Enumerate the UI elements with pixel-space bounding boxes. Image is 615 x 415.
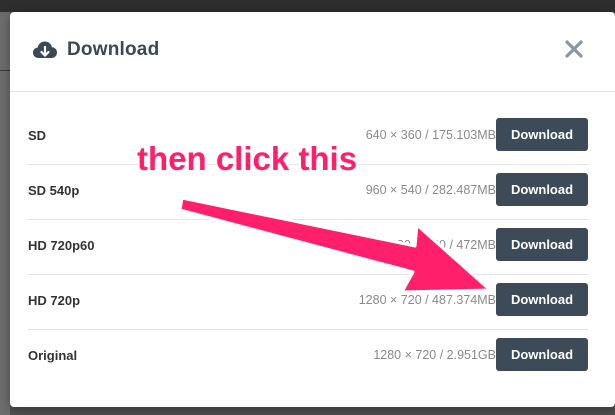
annotation-text: then click this	[137, 140, 358, 177]
download-button-hd-720p[interactable]: Download	[496, 283, 588, 316]
modal-title: Download	[67, 39, 160, 60]
cloud-download-icon	[33, 41, 57, 58]
download-button-sd-540p[interactable]: Download	[496, 173, 588, 206]
list-item: HD 720p 1280 × 720 / 487.374MB Download	[28, 275, 588, 330]
list-item: Original 1280 × 720 / 2.951GB Download	[28, 330, 588, 385]
resolution-size: 1280 × 720 / 487.374MB	[358, 293, 496, 307]
backdrop-top-bar	[0, 0, 615, 12]
quality-label: SD	[28, 128, 47, 143]
modal-header: Download	[10, 12, 615, 92]
quality-label: HD 720p	[28, 293, 81, 308]
close-icon[interactable]	[563, 38, 585, 60]
download-modal: Download SD 640 × 360 / 175.103MB Downlo…	[10, 12, 615, 407]
resolution-size: 1280 × 720 / 472MB	[383, 238, 496, 252]
resolution-size: 960 × 540 / 282.487MB	[365, 183, 496, 197]
download-button-original[interactable]: Download	[496, 338, 588, 371]
download-button-sd[interactable]: Download	[496, 118, 588, 151]
backdrop-left-edge	[0, 12, 10, 415]
quality-label: Original	[28, 348, 78, 363]
resolution-size: 1280 × 720 / 2.951GB	[373, 348, 496, 362]
download-button-hd-720p60[interactable]: Download	[496, 228, 588, 261]
resolution-size: 640 × 360 / 175.103MB	[365, 128, 496, 142]
list-item: HD 720p60 1280 × 720 / 472MB Download	[28, 220, 588, 275]
quality-label: SD 540p	[28, 183, 80, 198]
quality-label: HD 720p60	[28, 238, 95, 253]
